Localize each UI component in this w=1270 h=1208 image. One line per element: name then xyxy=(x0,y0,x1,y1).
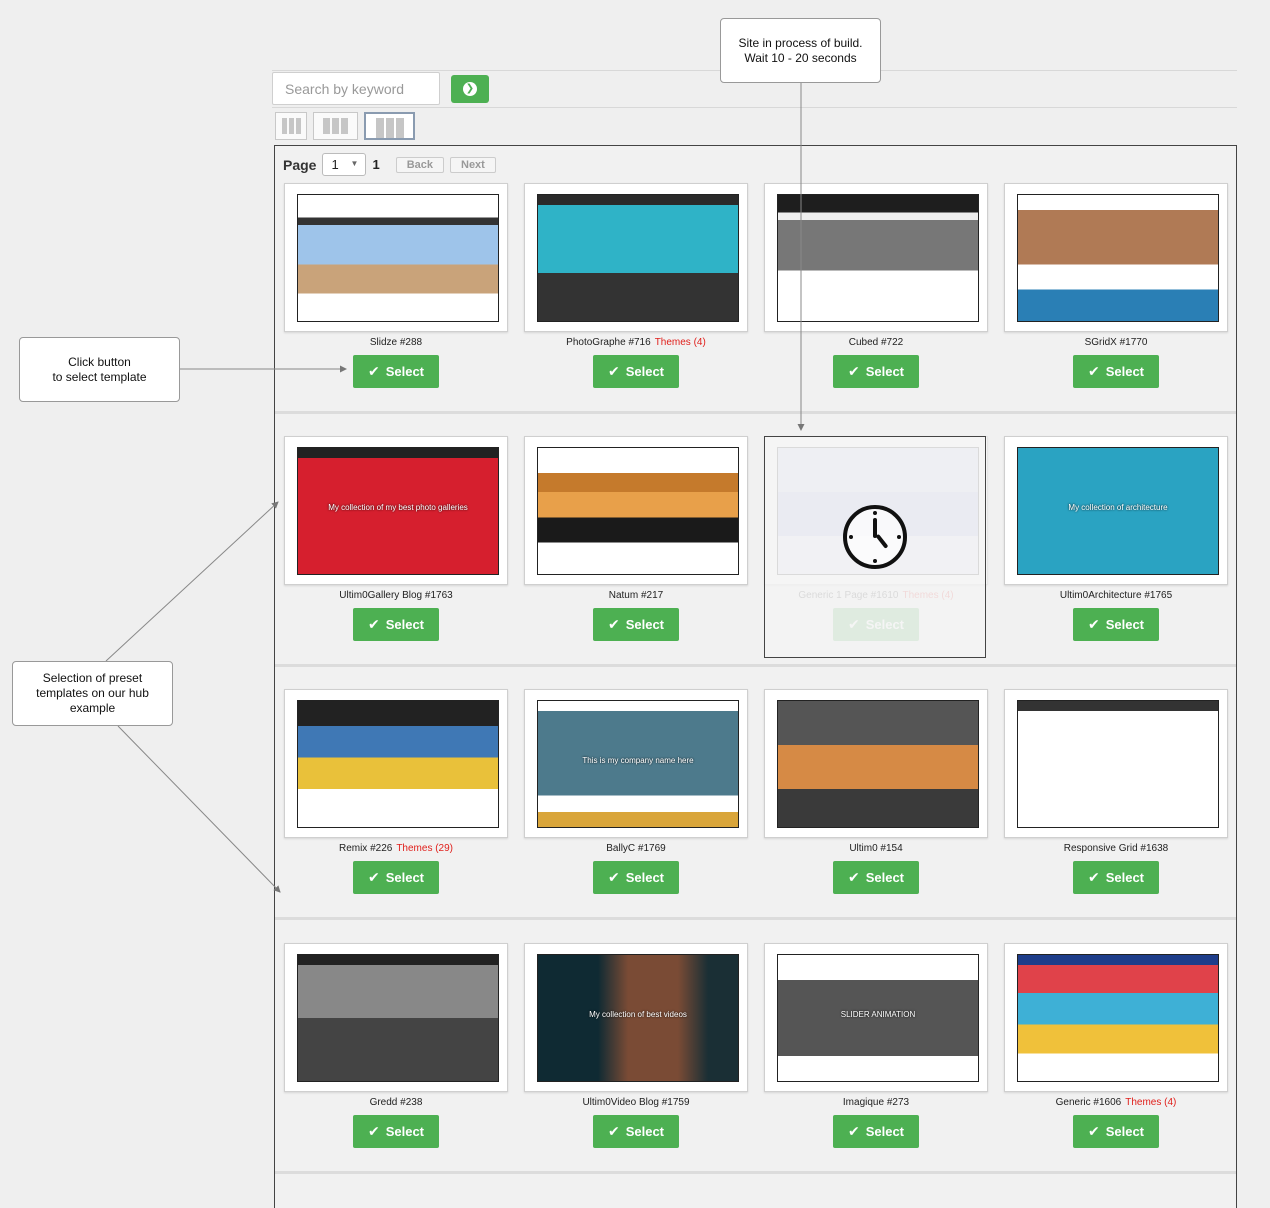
callout-select-button: Click button to select template xyxy=(19,337,180,402)
callout-line: Click button xyxy=(68,354,131,369)
callout-line: Selection of preset xyxy=(42,671,143,685)
callout-line: Site in process of build. xyxy=(738,35,863,50)
callout-line: example xyxy=(69,701,116,715)
callout-build-status: Site in process of build. Wait 10 - 20 s… xyxy=(720,18,881,83)
annotation-arrows xyxy=(105,83,805,893)
callout-line: Wait 10 - 20 seconds xyxy=(744,50,857,65)
callout-line: to select template xyxy=(52,369,147,384)
callout-line: templates on our hub xyxy=(36,686,149,700)
callout-preset-templates: Selection of preset templates on our hub… xyxy=(12,661,173,726)
